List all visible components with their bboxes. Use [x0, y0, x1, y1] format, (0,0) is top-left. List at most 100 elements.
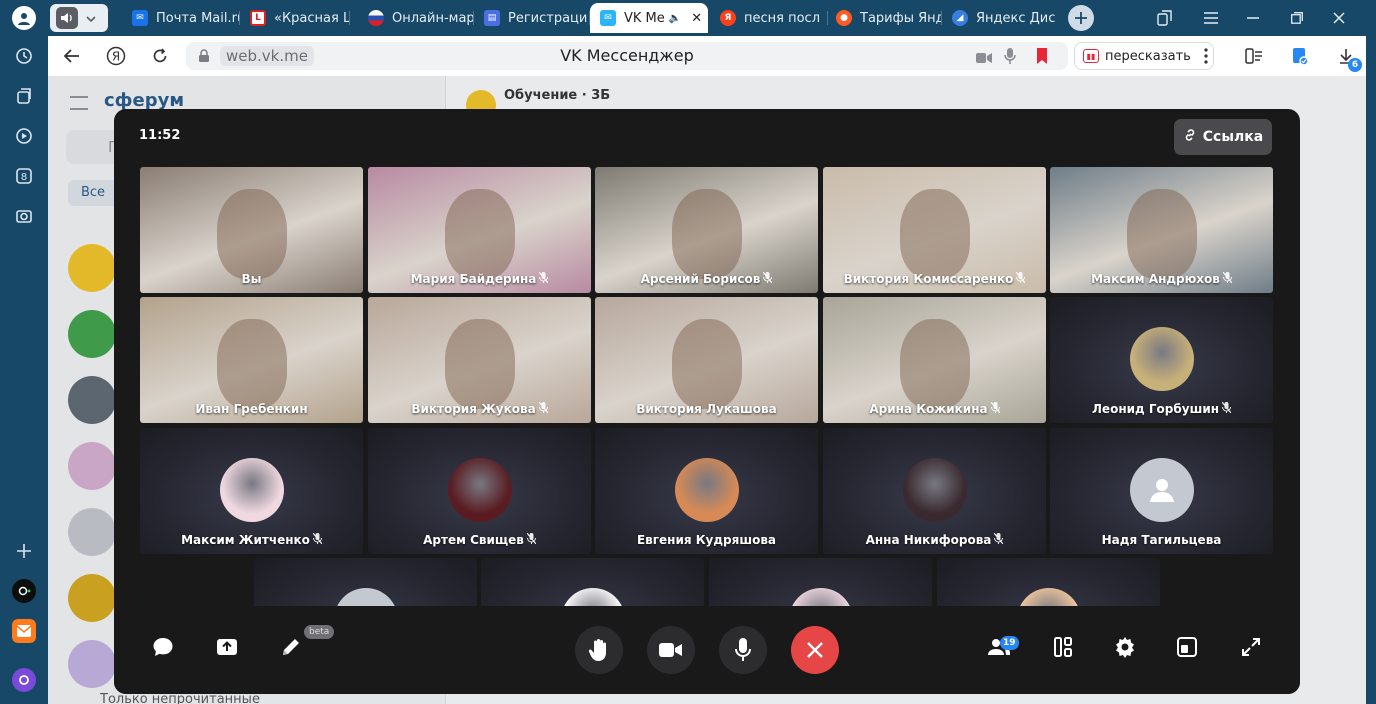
participant-name: Арина Кожикина [823, 401, 1046, 416]
screen: 8 ✉ Почта Mail.ru L «Красная Ш Онлайн-ма… [0, 0, 1376, 704]
picture-in-picture-icon[interactable] [1171, 631, 1203, 663]
tab-mail[interactable]: ✉ Почта Mail.ru [122, 3, 240, 33]
video-player-icon[interactable] [12, 124, 36, 148]
call-controls: beta 19 [114, 606, 1300, 694]
participant-name: Виктория Жукова [368, 401, 591, 416]
menu-icon[interactable] [1196, 3, 1226, 33]
participant-tile[interactable]: Леонид Горбушин [1050, 297, 1273, 423]
downloads-button[interactable]: 6 [1332, 42, 1362, 72]
video-feed [216, 319, 287, 409]
red-school-favicon-icon: L [250, 10, 266, 26]
participant-avatar [1129, 327, 1194, 391]
collections-icon[interactable] [12, 84, 36, 108]
participant-tile[interactable]: Арина Кожикина [823, 297, 1046, 423]
reading-list-icon[interactable] [1240, 42, 1268, 70]
tab-vk-messenger[interactable]: ✉ VK Ме 🔈 ✕ [590, 3, 708, 33]
svg-text:Я: Я [112, 50, 120, 64]
new-tab-button[interactable] [1068, 5, 1094, 31]
participant-name: Максим Андрюхов [1050, 271, 1273, 286]
participant-name: Леонид Горбушин [1050, 401, 1273, 416]
participant-tile[interactable]: Максим Андрюхов [1050, 167, 1273, 293]
chat-avatar[interactable] [68, 508, 116, 556]
participant-tile[interactable]: Надя Тагильцева [1050, 428, 1273, 554]
participant-tile[interactable]: Евгения Кудряшова [595, 428, 818, 554]
chat-avatar[interactable] [68, 244, 116, 292]
tab-song[interactable]: Я песня посл [710, 3, 828, 33]
chat-icon[interactable] [147, 631, 179, 663]
participant-avatar [902, 458, 967, 522]
tab-label: Онлайн-мар [392, 10, 474, 26]
tab-red-school[interactable]: L «Красная Ш [240, 3, 350, 33]
participant-name: Виктория Комиссаренко [823, 271, 1046, 286]
participant-tile[interactable]: Анна Никифорова [823, 428, 1046, 554]
fullscreen-icon[interactable] [1235, 631, 1267, 663]
profile-icon[interactable] [12, 6, 36, 30]
registration-favicon-icon: ▤ [484, 10, 500, 26]
close-window-icon[interactable] [1324, 3, 1354, 33]
mic-permission-icon[interactable] [1004, 48, 1016, 68]
participant-tile[interactable]: Максим Житченко [140, 428, 363, 554]
page-title: VK Мессенджер [560, 46, 694, 65]
video-feed [899, 189, 970, 279]
minimize-window-icon[interactable] [1238, 3, 1268, 33]
chat-avatar[interactable] [68, 574, 116, 622]
counter-icon[interactable]: 8 [12, 164, 36, 188]
participant-tile[interactable]: Вы [140, 167, 363, 293]
tab-label: Тарифы Янд [860, 10, 942, 26]
participants-count-badge: 19 [1000, 636, 1019, 650]
participant-tile[interactable]: Артем Свищев [368, 428, 591, 554]
history-icon[interactable] [12, 44, 36, 68]
tab-audio-toggle[interactable] [50, 4, 108, 32]
chat-avatar[interactable] [68, 310, 116, 358]
alice-icon[interactable] [12, 668, 36, 692]
participant-tile[interactable]: Мария Байдерина [368, 167, 591, 293]
draw-icon[interactable] [275, 631, 307, 663]
mail-favicon-icon: ✉ [132, 10, 148, 26]
mic-muted-icon [762, 271, 773, 286]
restore-window-icon[interactable] [1282, 3, 1312, 33]
hamburger-icon[interactable] [70, 96, 88, 110]
participant-tile[interactable]: Виктория Жукова [368, 297, 591, 423]
more-options-icon[interactable] [1192, 42, 1220, 70]
participant-tile[interactable]: Арсений Борисов [595, 167, 818, 293]
mic-muted-icon [526, 532, 537, 547]
chat-avatar[interactable] [68, 376, 116, 424]
participant-name: Максим Житченко [140, 532, 363, 547]
url-field[interactable]: web.vk.me VK Мессенджер [186, 42, 1068, 70]
filter-all-chip[interactable]: Все [68, 180, 118, 206]
mail-app-icon[interactable] [12, 619, 36, 643]
video-feed [216, 189, 287, 279]
back-button[interactable] [58, 42, 86, 70]
reload-button[interactable] [146, 42, 174, 70]
settings-gear-icon[interactable] [1109, 631, 1141, 663]
bookmark-icon[interactable] [1036, 48, 1048, 68]
participant-tile[interactable]: Виктория Лукашова [595, 297, 818, 423]
copy-link-button[interactable]: Ссылка [1174, 119, 1272, 155]
extension-icon[interactable] [1286, 42, 1314, 70]
camera-button[interactable] [647, 626, 695, 674]
downloads-badge: 6 [1348, 58, 1362, 72]
end-call-button[interactable] [791, 626, 839, 674]
screenshot-icon[interactable] [12, 204, 36, 228]
yandex-button[interactable]: Я [102, 42, 130, 70]
tab-yandex-disk[interactable]: ◢ Яндекс Дис [942, 3, 1060, 33]
retell-icon: ▮▮ [1083, 49, 1099, 63]
tab-tariffs[interactable]: ● Тарифы Янд [826, 3, 942, 33]
participant-tile[interactable]: Виктория Комиссаренко [823, 167, 1046, 293]
tab-online-market[interactable]: Онлайн-мар [358, 3, 474, 33]
participant-tile[interactable]: Иван Гребенкин [140, 297, 363, 423]
chat-avatar[interactable] [68, 640, 116, 688]
tabs-overview-icon[interactable] [1150, 3, 1180, 33]
add-panel-icon[interactable] [12, 539, 36, 563]
layout-icon[interactable] [1047, 631, 1079, 663]
raise-hand-button[interactable] [575, 626, 623, 674]
participant-name: Надя Тагильцева [1101, 533, 1222, 547]
close-tab-icon[interactable]: ✕ [691, 11, 702, 26]
camera-permission-icon[interactable] [976, 49, 992, 68]
microphone-button[interactable] [719, 626, 767, 674]
video-feed [444, 319, 515, 409]
chat-avatar[interactable] [68, 442, 116, 490]
tab-registration[interactable]: ▤ Регистраци [474, 3, 590, 33]
alice-status-icon[interactable] [12, 579, 36, 603]
share-screen-icon[interactable] [211, 631, 243, 663]
